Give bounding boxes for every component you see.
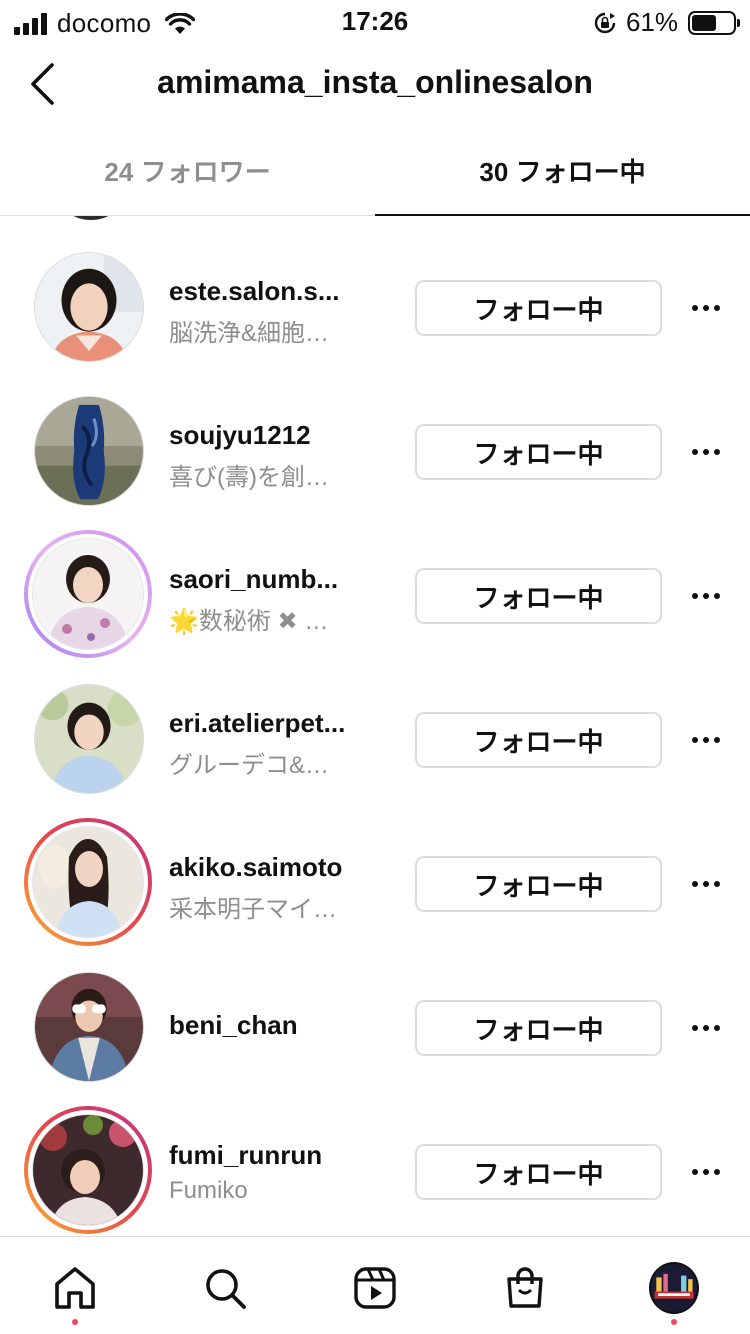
list-item[interactable]: beni_chan フォロー中	[0, 936, 750, 1082]
list-item[interactable]: fumi_runrun Fumiko フォロー中	[0, 1080, 750, 1234]
status-right: 61%	[594, 7, 740, 38]
battery-icon	[688, 10, 740, 35]
full-name: 🌟数秘術 ✖ …	[169, 608, 329, 635]
profile-avatar	[649, 1262, 699, 1314]
bottom-nav	[0, 1236, 750, 1334]
username[interactable]: este.salon.s...	[169, 276, 389, 307]
following-button[interactable]: フォロー中	[415, 856, 662, 912]
following-button[interactable]: フォロー中	[415, 568, 662, 624]
avatar-photo	[35, 685, 143, 793]
following-button[interactable]: フォロー中	[415, 280, 662, 336]
avatar-photo	[35, 973, 143, 1081]
full-name: 脳洗浄&細胞…	[169, 320, 330, 347]
list-item[interactable]: akiko.saimoto 采本明子マイ… フォロー中	[0, 792, 750, 946]
avatar-photo	[33, 1115, 143, 1225]
list-item[interactable]: este.salon.s... 脳洗浄&細胞… フォロー中	[0, 216, 750, 362]
nav-home[interactable]	[50, 1263, 100, 1325]
tab-followers[interactable]: 24 フォロワー	[0, 126, 375, 215]
notification-dot	[671, 1319, 677, 1325]
username[interactable]: eri.atelierpet...	[169, 708, 389, 739]
more-options-icon[interactable]	[686, 864, 726, 904]
username[interactable]: beni_chan	[169, 1010, 389, 1041]
full-name: グルーデコ&…	[169, 752, 330, 779]
avatar-photo	[33, 827, 143, 937]
avatar-photo	[35, 253, 143, 361]
screen: docomo 17:26 61% amimama_insta_onlinesal…	[0, 0, 750, 1334]
username[interactable]: akiko.saimoto	[169, 852, 389, 883]
avatar[interactable]	[34, 252, 144, 362]
list-item[interactable]: saori_numb... 🌟数秘術 ✖ … フォロー中	[0, 504, 750, 658]
nav-shop[interactable]	[500, 1263, 550, 1313]
home-icon	[55, 1267, 95, 1309]
avatar[interactable]	[34, 972, 144, 1082]
notification-dot	[72, 1319, 78, 1325]
more-options-icon[interactable]	[686, 1008, 726, 1048]
nav-reels[interactable]	[350, 1263, 400, 1313]
avatar[interactable]	[34, 396, 144, 506]
avatar-with-ring[interactable]	[24, 1106, 152, 1234]
rotation-lock-icon	[594, 12, 616, 33]
avatar-with-ring[interactable]	[24, 530, 152, 658]
more-options-icon[interactable]	[686, 432, 726, 472]
status-bar: docomo 17:26 61%	[0, 0, 750, 42]
avatar-photo	[35, 397, 143, 505]
following-button[interactable]: フォロー中	[415, 1144, 662, 1200]
shop-icon	[507, 1267, 543, 1308]
username[interactable]: saori_numb...	[169, 564, 389, 595]
battery-percent: 61%	[625, 7, 678, 37]
following-button[interactable]: フォロー中	[415, 712, 662, 768]
username[interactable]: soujyu1212	[169, 420, 389, 451]
tab-following[interactable]: 30 フォロー中	[375, 126, 750, 216]
more-options-icon[interactable]	[686, 288, 726, 328]
list-item[interactable]: soujyu1212 喜び(壽)を創… フォロー中	[0, 360, 750, 506]
avatar-with-ring[interactable]	[24, 818, 152, 946]
nav-search[interactable]	[200, 1263, 250, 1313]
nav-profile[interactable]	[649, 1262, 699, 1325]
following-button[interactable]: フォロー中	[415, 424, 662, 480]
header: amimama_insta_onlinesalon	[0, 42, 750, 126]
following-list[interactable]: este.salon.s... 脳洗浄&細胞… フォロー中 soujyu1212…	[0, 216, 750, 1236]
more-options-icon[interactable]	[686, 576, 726, 616]
tab-bar: 24 フォロワー 30 フォロー中	[0, 126, 750, 216]
reels-icon	[354, 1267, 396, 1309]
page-title: amimama_insta_onlinesalon	[157, 64, 593, 100]
username[interactable]: fumi_runrun	[169, 1140, 389, 1171]
more-options-icon[interactable]	[686, 1152, 726, 1192]
full-name: 采本明子マイ…	[169, 896, 337, 923]
more-options-icon[interactable]	[686, 720, 726, 760]
full-name: Fumiko	[169, 1177, 248, 1204]
full-name: 喜び(壽)を創…	[169, 464, 329, 491]
avatar-photo	[33, 539, 143, 649]
avatar[interactable]	[34, 684, 144, 794]
following-button[interactable]: フォロー中	[415, 1000, 662, 1056]
search-icon	[206, 1269, 246, 1309]
list-item[interactable]: eri.atelierpet... グルーデコ&… フォロー中	[0, 648, 750, 794]
